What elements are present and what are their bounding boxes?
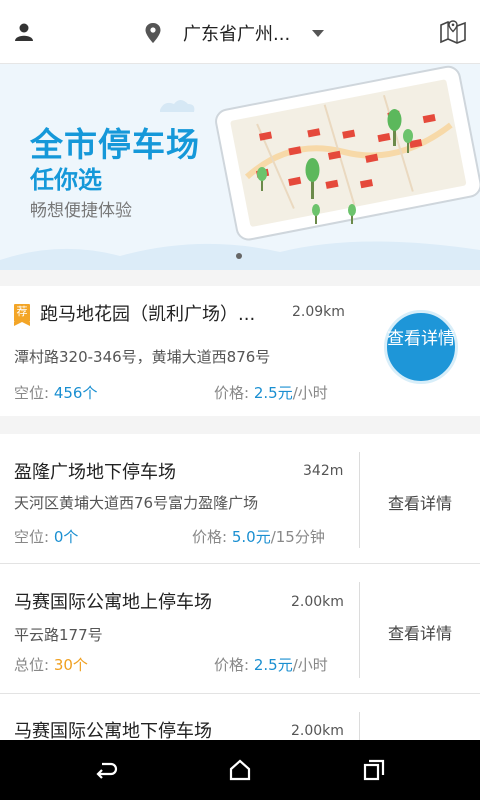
price-label: 价格: <box>192 528 228 546</box>
featured-price: 价格: 2.5元/小时 <box>214 382 328 403</box>
price-unit: /15分钟 <box>270 528 325 546</box>
featured-lot-address: 潭村路320-346号，黄埔大道西876号 <box>14 348 271 366</box>
space-label: 空位: <box>14 384 50 402</box>
dropdown-caret-icon <box>312 29 325 37</box>
banner-subhead: 任你选 <box>30 166 102 194</box>
banner-headline: 全市停车场 <box>30 125 200 164</box>
space-value: 456个 <box>53 384 98 402</box>
lot-distance: 342m <box>303 463 344 479</box>
top-bar: 广东省广州... <box>0 0 480 64</box>
recent-apps-icon[interactable] <box>362 758 386 782</box>
banner-pager-dot <box>236 253 242 259</box>
lot-distance: 2.00km <box>291 723 344 739</box>
promo-banner[interactable]: 全市停车场 任你选 畅想便捷体验 <box>0 64 480 270</box>
featured-lot-name: 跑马地花园（凯利广场）... <box>40 304 256 325</box>
view-details-link[interactable]: 查看详情 <box>360 620 480 644</box>
section-gap <box>0 416 480 434</box>
space-label: 总位: <box>14 656 50 674</box>
lot-address: 天河区黄埔大道西76号富力盈隆广场 <box>14 494 259 512</box>
location-pin-icon <box>145 23 161 43</box>
featured-view-details-button[interactable]: 查看详情 <box>384 310 458 384</box>
lot-price: 价格: 2.5元/小时 <box>214 654 328 675</box>
space-value: 0个 <box>53 528 79 546</box>
user-icon[interactable] <box>14 22 34 42</box>
lot-price: 价格: 5.0元/15分钟 <box>192 526 325 547</box>
price-unit: /小时 <box>292 384 328 402</box>
lot-distance: 2.00km <box>291 594 344 610</box>
lot-space: 总位: 30个 <box>14 654 88 675</box>
lot-name: 盈隆广场地下停车场 <box>14 462 176 483</box>
lot-space: 空位: 0个 <box>14 526 78 547</box>
lot-name: 马赛国际公寓地上停车场 <box>14 592 212 613</box>
back-icon[interactable] <box>94 758 118 782</box>
price-label: 价格: <box>214 656 250 674</box>
view-details-link[interactable]: 查看详情 <box>360 490 480 514</box>
price-value: 2.5元 <box>253 656 293 674</box>
location-selector[interactable]: 广东省广州... <box>145 18 325 48</box>
price-value: 5.0元 <box>231 528 271 546</box>
map-icon[interactable] <box>440 18 466 44</box>
system-nav-bar <box>0 740 480 800</box>
price-value: 2.5元 <box>253 384 293 402</box>
price-label: 价格: <box>214 384 250 402</box>
lot-address: 平云路177号 <box>14 626 103 644</box>
featured-space: 空位: 456个 <box>14 382 97 403</box>
price-unit: /小时 <box>292 656 328 674</box>
featured-lot-distance: 2.09km <box>292 304 345 320</box>
section-gap <box>0 270 480 286</box>
banner-tagline: 畅想便捷体验 <box>30 201 132 221</box>
space-value: 30个 <box>53 656 88 674</box>
home-icon[interactable] <box>228 758 252 782</box>
row-divider <box>359 712 360 740</box>
space-label: 空位: <box>14 528 50 546</box>
recommended-badge: 荐 <box>14 304 30 326</box>
location-label: 广东省广州... <box>183 24 291 45</box>
